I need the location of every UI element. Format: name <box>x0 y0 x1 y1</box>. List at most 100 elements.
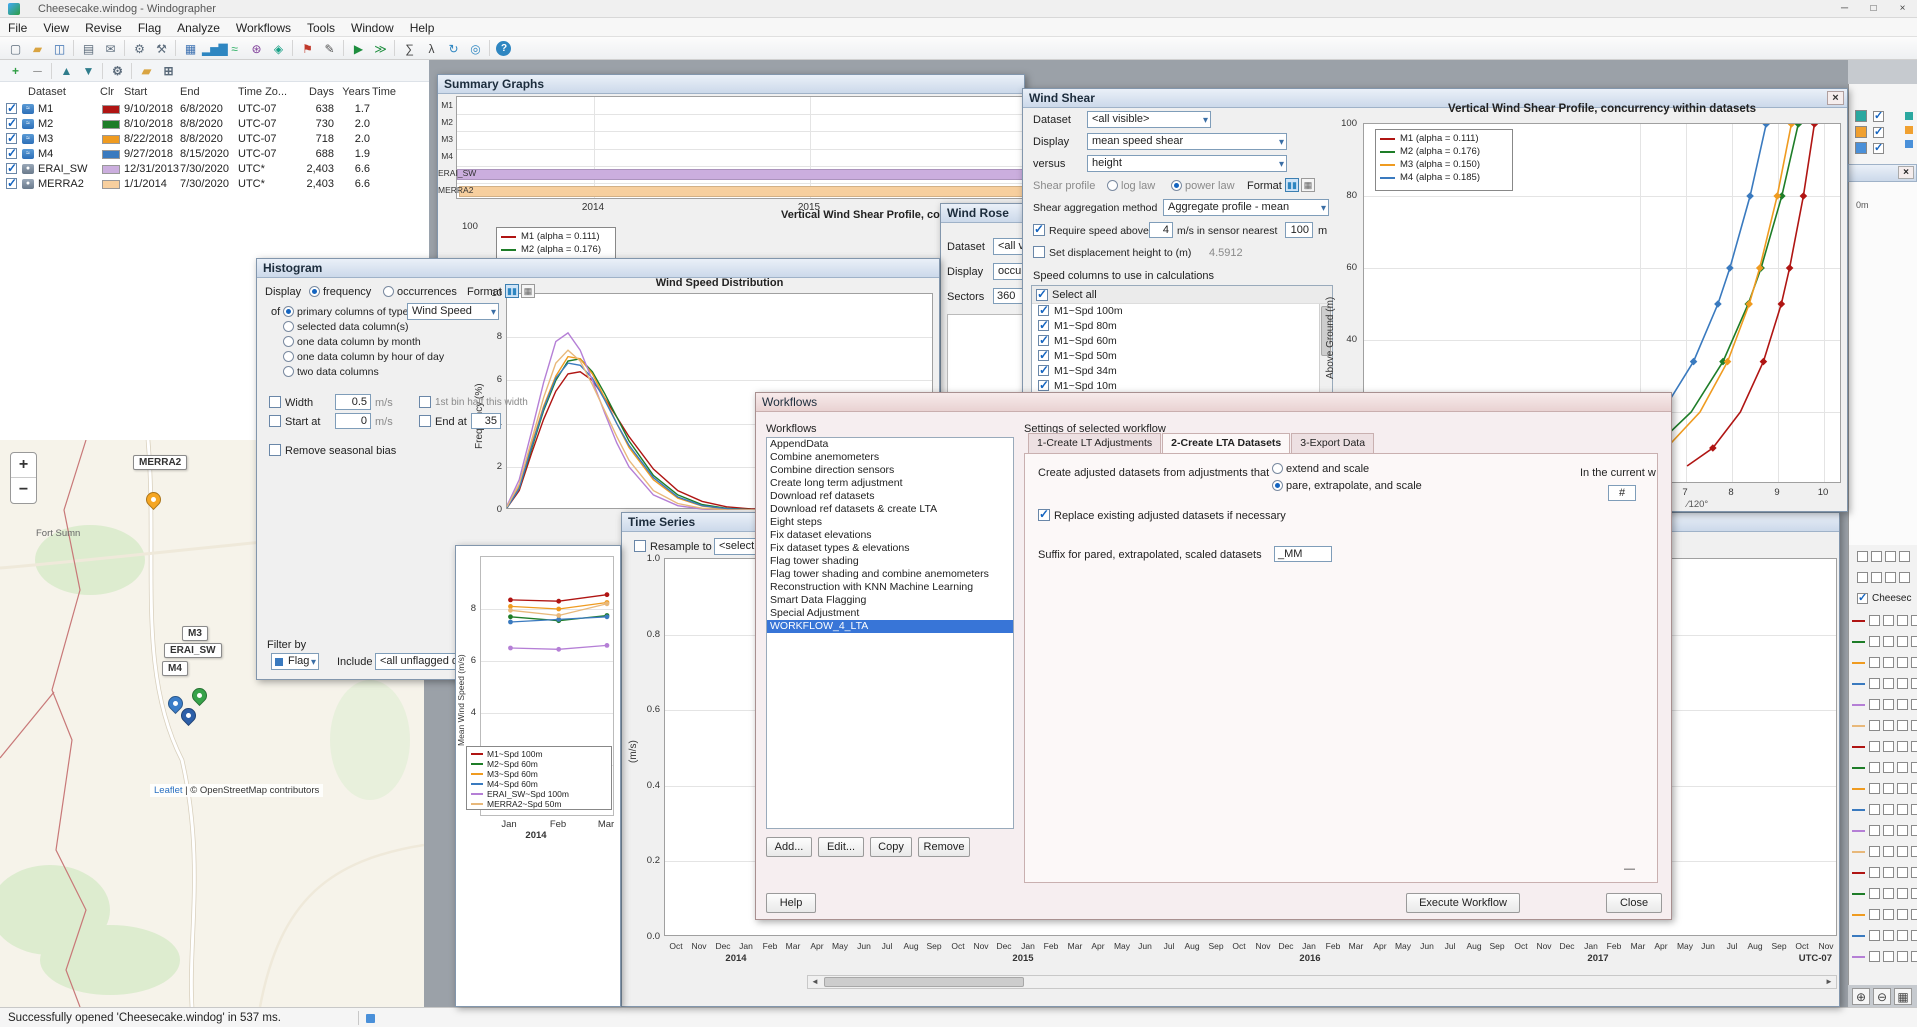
workflow-item[interactable]: Fix dataset elevations <box>767 529 1013 542</box>
legend-checkbox[interactable] <box>1911 867 1917 878</box>
run-icon[interactable]: ▶ <box>347 39 369 58</box>
pare-extrapolate-radio[interactable] <box>1272 480 1283 491</box>
menu-help[interactable]: Help <box>402 18 443 36</box>
help-button[interactable]: Help <box>766 893 816 913</box>
speed-column-item[interactable]: M1~Spd 60m <box>1032 334 1332 349</box>
legend-checkbox[interactable] <box>1911 888 1917 899</box>
map-zoom-in-button[interactable]: + <box>11 453 36 478</box>
legend-checkbox[interactable] <box>1883 909 1894 920</box>
workflow-item[interactable]: Download ref datasets & create LTA <box>767 503 1013 516</box>
formula-icon[interactable]: λ <box>420 39 442 58</box>
hist-column-type-select[interactable]: Wind Speed <box>407 303 499 320</box>
speed-column-item[interactable]: M1~Spd 80m <box>1032 319 1332 334</box>
hist-start-input[interactable]: 0 <box>335 413 371 429</box>
legend-checkbox[interactable] <box>1869 720 1880 731</box>
print-icon[interactable]: ▤ <box>77 39 99 58</box>
dataset-visible-checkbox[interactable] <box>6 103 17 114</box>
menu-revise[interactable]: Revise <box>77 18 130 36</box>
legend-checkbox[interactable] <box>1897 636 1908 647</box>
dataset-row-erai_sw[interactable]: ●ERAI_SW12/31/20137/30/2020UTC*2,4036.6 <box>0 162 430 177</box>
bar-chart-icon[interactable]: ▂▅▇ <box>201 39 223 58</box>
shear-dataset-select[interactable]: <all visible> <box>1087 111 1211 128</box>
hidden-window-close-icon[interactable]: × <box>1898 166 1914 179</box>
hist-start-checkbox[interactable] <box>269 415 281 427</box>
workflow-item[interactable]: WORKFLOW_4_LTA <box>767 620 1013 633</box>
legend-checkbox[interactable] <box>1883 657 1894 668</box>
dataset-visible-checkbox[interactable] <box>6 133 17 144</box>
legend-checkbox[interactable] <box>1857 572 1868 583</box>
workflow-item[interactable]: AppendData <box>767 438 1013 451</box>
refresh-icon[interactable]: ↻ <box>442 39 464 58</box>
legend-checkbox[interactable] <box>1869 615 1880 626</box>
speed-column-checkbox[interactable] <box>1038 305 1049 316</box>
zoom-out-icon[interactable]: ⊖ <box>1873 988 1891 1005</box>
workflow-item[interactable]: Special Adjustment <box>767 607 1013 620</box>
legend-checkbox[interactable] <box>1883 846 1894 857</box>
new-icon[interactable]: ▢ <box>4 39 26 58</box>
minimize-button[interactable]: ─ <box>1830 0 1859 18</box>
dataset-visible-checkbox[interactable] <box>6 118 17 129</box>
speed-column-checkbox[interactable] <box>1038 335 1049 346</box>
legend-checkbox[interactable] <box>1911 678 1917 689</box>
legend-checkbox[interactable] <box>1883 636 1894 647</box>
select-all-checkbox[interactable] <box>1036 289 1048 301</box>
legend-checkbox[interactable] <box>1883 783 1894 794</box>
legend-checkbox[interactable] <box>1883 951 1894 962</box>
scroll-left-arrow[interactable]: ◄ <box>808 976 822 988</box>
move-up-icon[interactable]: ▲ <box>55 61 77 80</box>
legend-checkbox[interactable] <box>1871 551 1882 562</box>
hidden-window-title-sliver[interactable]: × <box>1848 164 1917 182</box>
map-marker-label-erai[interactable]: ERAI_SW <box>164 643 222 658</box>
hist-flag-select[interactable]: Flag <box>271 653 319 670</box>
legend-checkbox[interactable] <box>1869 741 1880 752</box>
dataset-row-m4[interactable]: ≈M49/27/20188/15/2020UTC-076881.9 <box>0 147 430 162</box>
legend-checkbox[interactable] <box>1899 572 1910 583</box>
dataset-folder-icon[interactable]: ▰ <box>135 61 157 80</box>
shear-format-table-button[interactable]: ▦ <box>1301 178 1315 192</box>
legend-checkbox[interactable] <box>1871 572 1882 583</box>
menu-analyze[interactable]: Analyze <box>169 18 228 36</box>
hash-input[interactable]: # <box>1608 485 1636 501</box>
hist-of-radio-2[interactable] <box>283 336 294 347</box>
sum-icon[interactable]: ∑ <box>398 39 420 58</box>
hist-halfbin-checkbox[interactable] <box>419 396 431 408</box>
legend-checkbox[interactable] <box>1883 867 1894 878</box>
legend-checkbox[interactable] <box>1911 909 1917 920</box>
histogram-title-bar[interactable]: Histogram <box>257 259 939 278</box>
legend-checkbox[interactable] <box>1897 762 1908 773</box>
legend-checkbox[interactable] <box>1883 741 1894 752</box>
swatch-checkbox[interactable] <box>1873 111 1884 122</box>
shear-format-chart-button[interactable]: ▮▮ <box>1285 178 1299 192</box>
menu-tools[interactable]: Tools <box>299 18 343 36</box>
legend-checkbox[interactable] <box>1883 888 1894 899</box>
resample-checkbox[interactable] <box>634 540 646 552</box>
dataset-row-merra2[interactable]: ●MERRA21/1/20147/30/2020UTC*2,4036.6 <box>0 177 430 192</box>
dataset-row-m2[interactable]: ≈M28/10/20188/8/2020UTC-077302.0 <box>0 117 430 132</box>
data-table-icon[interactable]: ▦ <box>179 39 201 58</box>
legend-checkbox[interactable] <box>1869 762 1880 773</box>
hist-end-input[interactable]: 35 <box>471 413 501 429</box>
legend-checkbox[interactable] <box>1897 825 1908 836</box>
scroll-right-arrow[interactable]: ► <box>1822 976 1836 988</box>
time-series-scrollbar[interactable]: ◄ ► <box>807 975 1837 989</box>
legend-checkbox[interactable] <box>1897 783 1908 794</box>
tools-icon[interactable]: ⚒ <box>150 39 172 58</box>
dataset-grid-icon[interactable]: ⊞ <box>157 61 179 80</box>
menu-view[interactable]: View <box>35 18 77 36</box>
column-header-start[interactable]: Start <box>124 86 178 98</box>
cheesecake-checkbox[interactable] <box>1857 593 1868 604</box>
help-icon[interactable]: ? <box>496 41 511 56</box>
menu-flag[interactable]: Flag <box>130 18 169 36</box>
shear-nearest-input[interactable]: 100 <box>1285 222 1313 238</box>
column-header-time[interactable]: Time <box>372 86 422 98</box>
legend-checkbox[interactable] <box>1883 762 1894 773</box>
legend-checkbox[interactable] <box>1869 657 1880 668</box>
menu-file[interactable]: File <box>0 18 35 36</box>
time-series-icon[interactable]: ≈ <box>223 39 245 58</box>
legend-checkbox[interactable] <box>1869 846 1880 857</box>
workflow-item[interactable]: Flag tower shading and combine anemomete… <box>767 568 1013 581</box>
legend-checkbox[interactable] <box>1883 804 1894 815</box>
grid-view-icon[interactable]: ▦ <box>1894 988 1912 1005</box>
legend-checkbox[interactable] <box>1911 699 1917 710</box>
hist-frequency-radio[interactable] <box>309 286 320 297</box>
